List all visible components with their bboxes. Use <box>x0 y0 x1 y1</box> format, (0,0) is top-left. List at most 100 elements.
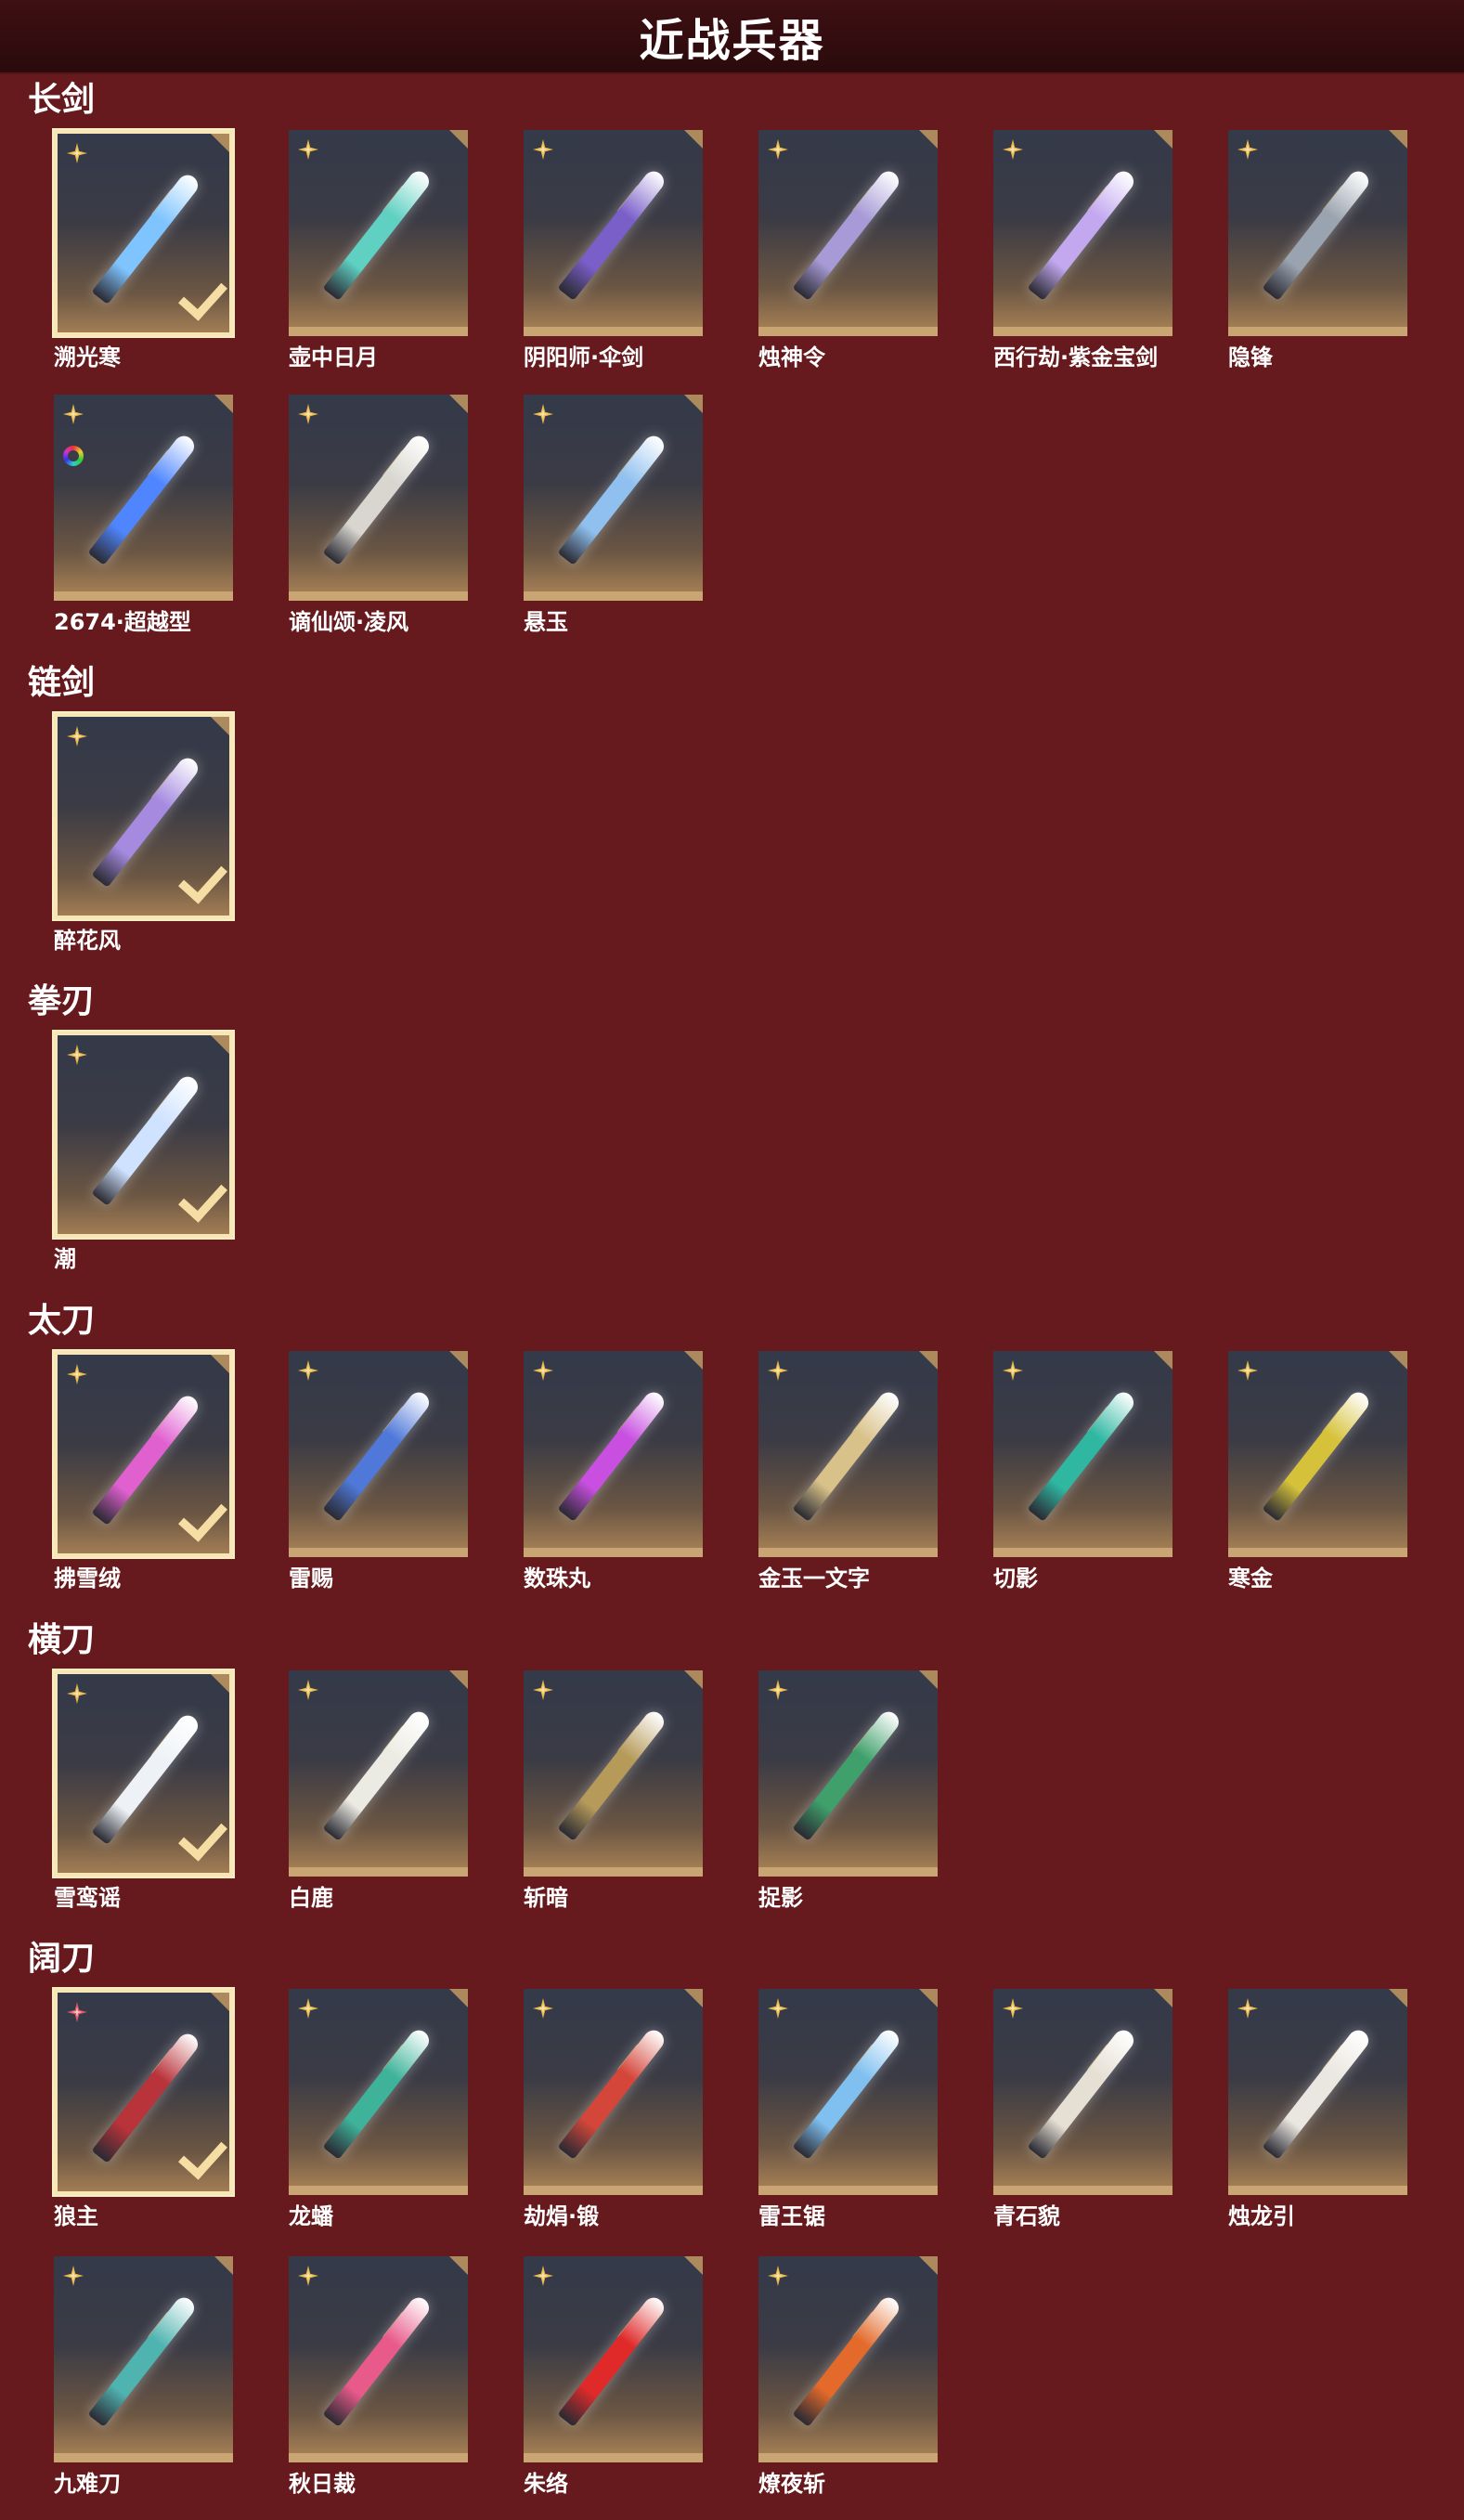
weapon-name: 青石貌 <box>993 2203 1060 2229</box>
weapon-thumbnail[interactable] <box>289 1989 468 2195</box>
weapon-card[interactable]: 青石貌 <box>993 1989 1172 2229</box>
weapon-name: 溯光寒 <box>54 344 121 370</box>
weapon-thumbnail[interactable] <box>54 130 233 336</box>
weapon-thumbnail[interactable] <box>289 130 468 336</box>
weapon-thumbnail[interactable] <box>524 1351 703 1557</box>
weapon-card[interactable]: 九难刀 <box>54 2256 233 2497</box>
weapon-card[interactable]: 悬玉 <box>524 395 703 635</box>
weapon-name: 九难刀 <box>54 2471 121 2497</box>
weapon-name: 雷赐 <box>289 1565 333 1591</box>
corner-tab-icon <box>684 130 703 149</box>
weapon-card[interactable]: 烛龙引 <box>1228 1989 1407 2229</box>
weapon-thumbnail[interactable] <box>54 1032 233 1238</box>
weapon-card[interactable]: 金玉一文字 <box>758 1351 938 1591</box>
weapon-name: 醉花风 <box>54 928 121 954</box>
corner-tab-icon <box>684 1670 703 1689</box>
gold-star-rarity-icon <box>297 1679 319 1701</box>
weapon-card[interactable]: 雷赐 <box>289 1351 468 1591</box>
corner-tab-icon <box>1389 1351 1407 1370</box>
weapon-name: 切影 <box>993 1565 1038 1591</box>
weapon-thumbnail[interactable] <box>54 1989 233 2195</box>
weapon-card[interactable]: 捉影 <box>758 1670 938 1911</box>
weapon-thumbnail[interactable] <box>1228 130 1407 336</box>
weapon-thumbnail[interactable] <box>758 130 938 336</box>
weapon-thumbnail[interactable] <box>54 2256 233 2462</box>
weapon-thumbnail[interactable] <box>758 2256 938 2462</box>
weapon-name: 金玉一文字 <box>758 1565 870 1591</box>
weapon-thumbnail[interactable] <box>289 395 468 601</box>
weapon-art <box>792 1708 903 1841</box>
weapon-art <box>557 2026 668 2160</box>
weapon-thumbnail[interactable] <box>1228 1351 1407 1557</box>
weapon-thumbnail[interactable] <box>54 713 233 919</box>
weapon-art <box>1262 1388 1373 1522</box>
gold-star-rarity-icon <box>297 2265 319 2287</box>
weapon-thumbnail[interactable] <box>524 1670 703 1877</box>
weapon-card[interactable]: 雪鸾谣 <box>54 1670 233 1911</box>
weapon-card[interactable]: 秋日裁 <box>289 2256 468 2497</box>
weapon-art <box>91 1392 202 1526</box>
weapon-thumbnail[interactable] <box>758 1989 938 2195</box>
corner-tab-icon <box>684 395 703 413</box>
weapon-card[interactable]: 数珠丸 <box>524 1351 703 1591</box>
weapon-card[interactable]: 2674·超越型 <box>54 395 233 635</box>
weapon-art <box>322 2293 434 2427</box>
weapon-name: 寒金 <box>1228 1565 1273 1591</box>
weapon-card[interactable]: 潮 <box>54 1032 233 1272</box>
weapon-thumbnail[interactable] <box>524 395 703 601</box>
weapon-card[interactable]: 烛神令 <box>758 130 938 370</box>
weapon-card[interactable]: 隐锋 <box>1228 130 1407 370</box>
weapon-card[interactable]: 斩暗 <box>524 1670 703 1911</box>
weapon-thumbnail[interactable] <box>524 2256 703 2462</box>
weapon-card[interactable]: 燎夜斩 <box>758 2256 938 2497</box>
weapon-card[interactable]: 劫焆·锻 <box>524 1989 703 2229</box>
weapon-thumbnail[interactable] <box>289 1351 468 1557</box>
weapon-thumbnail[interactable] <box>289 2256 468 2462</box>
weapon-thumbnail[interactable] <box>524 130 703 336</box>
weapon-thumbnail[interactable] <box>1228 1989 1407 2195</box>
weapon-thumbnail[interactable] <box>758 1351 938 1557</box>
gold-star-rarity-icon <box>66 1363 88 1385</box>
corner-tab-icon <box>449 1670 468 1689</box>
weapon-thumbnail[interactable] <box>993 1351 1172 1557</box>
weapon-card[interactable]: 切影 <box>993 1351 1172 1591</box>
weapon-card[interactable]: 朱络 <box>524 2256 703 2497</box>
weapon-art <box>792 167 903 301</box>
header-bar: 近战兵器 <box>0 0 1464 74</box>
gold-star-rarity-icon <box>297 1359 319 1382</box>
weapon-art <box>322 1388 434 1522</box>
weapon-card[interactable]: 壶中日月 <box>289 130 468 370</box>
weapon-art <box>322 432 434 565</box>
equipped-check-icon <box>177 1491 228 1542</box>
weapon-art <box>322 1708 434 1841</box>
weapon-card[interactable]: 雷王锯 <box>758 1989 938 2229</box>
weapon-card[interactable]: 狼主 <box>54 1989 233 2229</box>
weapon-card[interactable]: 谪仙颂·凌风 <box>289 395 468 635</box>
gold-star-rarity-icon <box>532 138 554 161</box>
weapon-card[interactable]: 龙蟠 <box>289 1989 468 2229</box>
weapon-card[interactable]: 拂雪绒 <box>54 1351 233 1591</box>
weapon-card[interactable]: 阴阳师·伞剑 <box>524 130 703 370</box>
weapon-thumbnail[interactable] <box>524 1989 703 2195</box>
weapon-thumbnail[interactable] <box>54 1351 233 1557</box>
weapon-card[interactable]: 醉花风 <box>54 713 233 954</box>
weapon-thumbnail[interactable] <box>54 395 233 601</box>
gold-star-rarity-icon <box>1237 1997 1259 2020</box>
weapon-thumbnail[interactable] <box>993 1989 1172 2195</box>
weapon-thumbnail[interactable] <box>54 1670 233 1877</box>
weapon-card[interactable]: 溯光寒 <box>54 130 233 370</box>
weapon-thumbnail[interactable] <box>993 130 1172 336</box>
weapon-card[interactable]: 寒金 <box>1228 1351 1407 1591</box>
weapon-thumbnail[interactable] <box>758 1670 938 1877</box>
weapon-card[interactable]: 白鹿 <box>289 1670 468 1911</box>
weapon-art <box>792 1388 903 1522</box>
category-title: 拳刃 <box>28 982 96 1020</box>
weapon-thumbnail[interactable] <box>289 1670 468 1877</box>
corner-tab-icon <box>684 1351 703 1370</box>
gold-star-rarity-icon <box>297 1997 319 2020</box>
weapon-art <box>557 167 668 301</box>
page-title: 近战兵器 <box>639 15 825 67</box>
equipped-check-icon <box>177 1172 228 1223</box>
corner-tab-icon <box>449 130 468 149</box>
weapon-card[interactable]: 西行劫·紫金宝剑 <box>993 130 1172 370</box>
